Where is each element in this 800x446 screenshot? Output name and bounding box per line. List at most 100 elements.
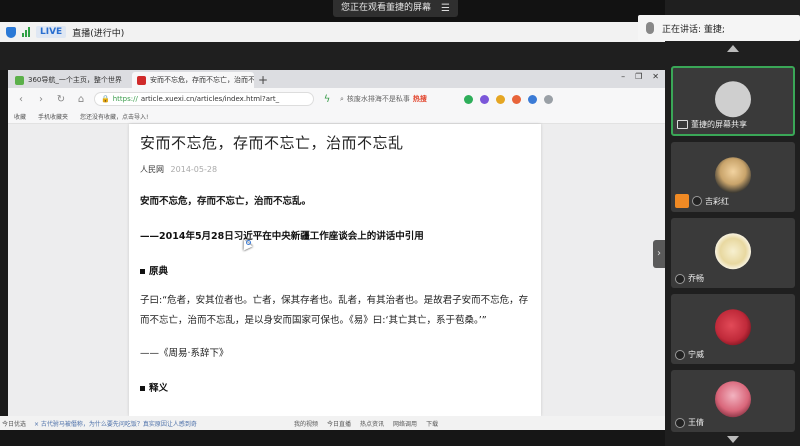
participant-name-row: 宁威 bbox=[675, 349, 704, 360]
browser-status-bar: 今日优选 × 古代驸马被僭称，为什么要先问吃饭？真实原因让人感到奇 我的视频 今… bbox=[0, 416, 665, 430]
shared-browser-window: 360导航_一个主页，整个世界 安而不忘危，存而不忘亡，治而不 ✕ + – ❐ … bbox=[8, 70, 665, 416]
news-ticker[interactable]: × 古代驸马被僭称，为什么要先问吃饭？真实原因让人感到奇 bbox=[34, 419, 274, 428]
speaking-text: 正在讲话: 董捷; bbox=[662, 24, 725, 35]
extension-icon[interactable] bbox=[464, 94, 473, 104]
menu-icon[interactable] bbox=[544, 94, 553, 104]
article-lead: 安而不忘危，存而不忘亡，治而不忘乱。 bbox=[140, 196, 312, 207]
participant-tile[interactable]: 董捷的屏幕共享 bbox=[671, 66, 795, 136]
lock-icon: 🔒 bbox=[101, 95, 110, 103]
toolbar-icons bbox=[464, 94, 553, 104]
status-gap bbox=[0, 42, 665, 70]
article-quote-source: ——2014年5月28日习近平在中央新疆工作座谈会上的讲话中引用 bbox=[140, 231, 424, 242]
restore-icon[interactable]: ❐ bbox=[635, 72, 642, 81]
participant-tile[interactable]: 王倩 bbox=[671, 370, 795, 432]
article-paragraph: 子曰:“危者，安其位者也。亡者，保其存者也。乱者，有其治者也。是故君子安而不忘危… bbox=[140, 295, 529, 326]
bullet-square-icon bbox=[140, 386, 145, 391]
tab-360-nav[interactable]: 360导航_一个主页，整个世界 bbox=[10, 72, 132, 88]
mic-icon bbox=[646, 22, 654, 34]
article-date: 2014-05-28 bbox=[170, 165, 218, 174]
refresh-icon[interactable]: ↻ bbox=[54, 94, 68, 105]
extension-icon[interactable] bbox=[528, 94, 537, 104]
search-input[interactable]: ⌕ 核废水排海不是私事 热搜 bbox=[340, 92, 452, 106]
expand-panel-button[interactable]: › bbox=[653, 240, 665, 268]
participant-tile[interactable]: 乔畅 bbox=[671, 218, 795, 288]
extension-icon[interactable] bbox=[480, 94, 489, 104]
article-title: 安而不忘危，存而不忘亡，治而不忘乱 bbox=[140, 134, 404, 152]
bookmark-favorites[interactable]: 收藏 bbox=[14, 112, 26, 121]
shield-icon bbox=[6, 26, 16, 38]
avatar bbox=[715, 309, 751, 346]
sharing-notice-text: 您正在观看董捷的屏幕 bbox=[341, 3, 432, 13]
home-icon[interactable]: ⌂ bbox=[74, 94, 88, 105]
tab-title: 360导航_一个主页，整个世界 bbox=[28, 76, 122, 84]
address-bar: ‹ › ↻ ⌂ 🔒 https:// article.xuexi.cn/arti… bbox=[8, 88, 665, 110]
lightning-icon[interactable]: ϟ bbox=[320, 94, 334, 105]
participant-name: 宁威 bbox=[688, 350, 704, 359]
status-item[interactable]: 下载 bbox=[426, 419, 438, 428]
status-item[interactable]: 我的视频 bbox=[294, 419, 318, 428]
participant-name-row: 王倩 bbox=[675, 417, 704, 428]
browser-window-controls: – ❐ ✕ bbox=[621, 72, 659, 81]
menu-icon[interactable]: ☰ bbox=[441, 0, 450, 17]
minimize-icon[interactable]: – bbox=[621, 72, 625, 81]
bullet-square-icon bbox=[140, 269, 145, 274]
meeting-status-bar: LIVE 直播(进行中) bbox=[0, 22, 665, 42]
participant-name: 乔畅 bbox=[688, 274, 704, 283]
article-source: 人民网 bbox=[140, 165, 164, 174]
search-icon: ⌕ bbox=[340, 94, 344, 103]
avatar bbox=[715, 233, 751, 270]
participant-name-row: 吉彩红 bbox=[675, 194, 729, 208]
page-content: 安而不忘危，存而不忘亡，治而不忘乱 人民网 2014-05-28 安而不忘危，存… bbox=[8, 124, 665, 416]
extension-icon[interactable] bbox=[496, 94, 505, 104]
article-citation: ——《周易·系辞下》 bbox=[140, 348, 229, 359]
tab-bar: 360导航_一个主页，整个世界 安而不忘危，存而不忘亡，治而不 ✕ + – ❐ … bbox=[8, 70, 665, 88]
participant-name-row: 乔畅 bbox=[675, 273, 704, 284]
back-icon[interactable]: ‹ bbox=[14, 94, 28, 105]
favicon-icon bbox=[15, 75, 24, 85]
section-heading-original: 原典 bbox=[140, 263, 530, 277]
avatar bbox=[715, 81, 751, 118]
mic-icon bbox=[675, 349, 685, 360]
left-gutter bbox=[0, 70, 8, 416]
participant-tile-overlay: 吉彩红 bbox=[671, 142, 795, 212]
participant-tile[interactable]: 宁威 bbox=[671, 294, 795, 364]
participant-name-row: 董捷的屏幕共享 bbox=[677, 119, 747, 130]
search-text: 核废水排海不是私事 bbox=[346, 95, 410, 103]
signal-icon bbox=[22, 27, 30, 37]
user-icon bbox=[675, 194, 689, 208]
bookmark-mobile[interactable]: 手机收藏夹 bbox=[38, 112, 68, 121]
participant-name: 吉彩红 bbox=[705, 196, 729, 206]
mic-icon bbox=[675, 273, 685, 284]
close-icon[interactable]: ✕ bbox=[652, 72, 659, 81]
status-item[interactable]: 今日直播 bbox=[327, 419, 351, 428]
scroll-down-icon[interactable] bbox=[727, 436, 739, 443]
mic-icon bbox=[675, 417, 685, 428]
sharing-notice[interactable]: 您正在观看董捷的屏幕 ☰ bbox=[333, 0, 458, 17]
status-item[interactable]: 热点资讯 bbox=[360, 419, 384, 428]
section-heading-explanation: 释义 bbox=[140, 380, 530, 394]
status-item[interactable]: 网络调用 bbox=[393, 419, 417, 428]
forward-icon[interactable]: › bbox=[34, 94, 48, 105]
status-right-items: 我的视频 今日直播 热点资讯 网络调用 下载 bbox=[294, 419, 438, 428]
avatar bbox=[715, 381, 751, 418]
url-input[interactable]: 🔒 https:// article.xuexi.cn/articles/ind… bbox=[94, 92, 314, 106]
extension-icon[interactable] bbox=[512, 94, 521, 104]
favicon-icon bbox=[137, 75, 146, 85]
url-text: article.xuexi.cn/articles/index.html?art… bbox=[140, 95, 280, 103]
tab-title: 安而不忘危，存而不忘亡，治而不 bbox=[150, 76, 254, 84]
url-scheme: https:// bbox=[112, 95, 138, 103]
tab-article[interactable]: 安而不忘危，存而不忘亡，治而不 ✕ bbox=[132, 72, 254, 88]
bookmarks-bar: 收藏 手机收藏夹 您还没有收藏，点击导入! bbox=[8, 110, 665, 124]
live-badge: LIVE bbox=[36, 26, 67, 38]
bottom-strip bbox=[0, 430, 665, 446]
participant-name: 王倩 bbox=[688, 418, 704, 427]
live-status-text: 直播(进行中) bbox=[72, 28, 125, 39]
mic-icon bbox=[692, 196, 702, 206]
cursor-loading-icon bbox=[246, 240, 251, 245]
bookmark-import-hint[interactable]: 您还没有收藏，点击导入! bbox=[80, 112, 148, 121]
new-tab-icon[interactable]: + bbox=[258, 72, 268, 88]
scroll-up-icon[interactable] bbox=[727, 45, 739, 52]
speaking-indicator: 正在讲话: 董捷; bbox=[638, 15, 800, 41]
participant-name: 董捷的屏幕共享 bbox=[691, 120, 747, 129]
article-meta: 人民网 2014-05-28 bbox=[140, 164, 530, 175]
